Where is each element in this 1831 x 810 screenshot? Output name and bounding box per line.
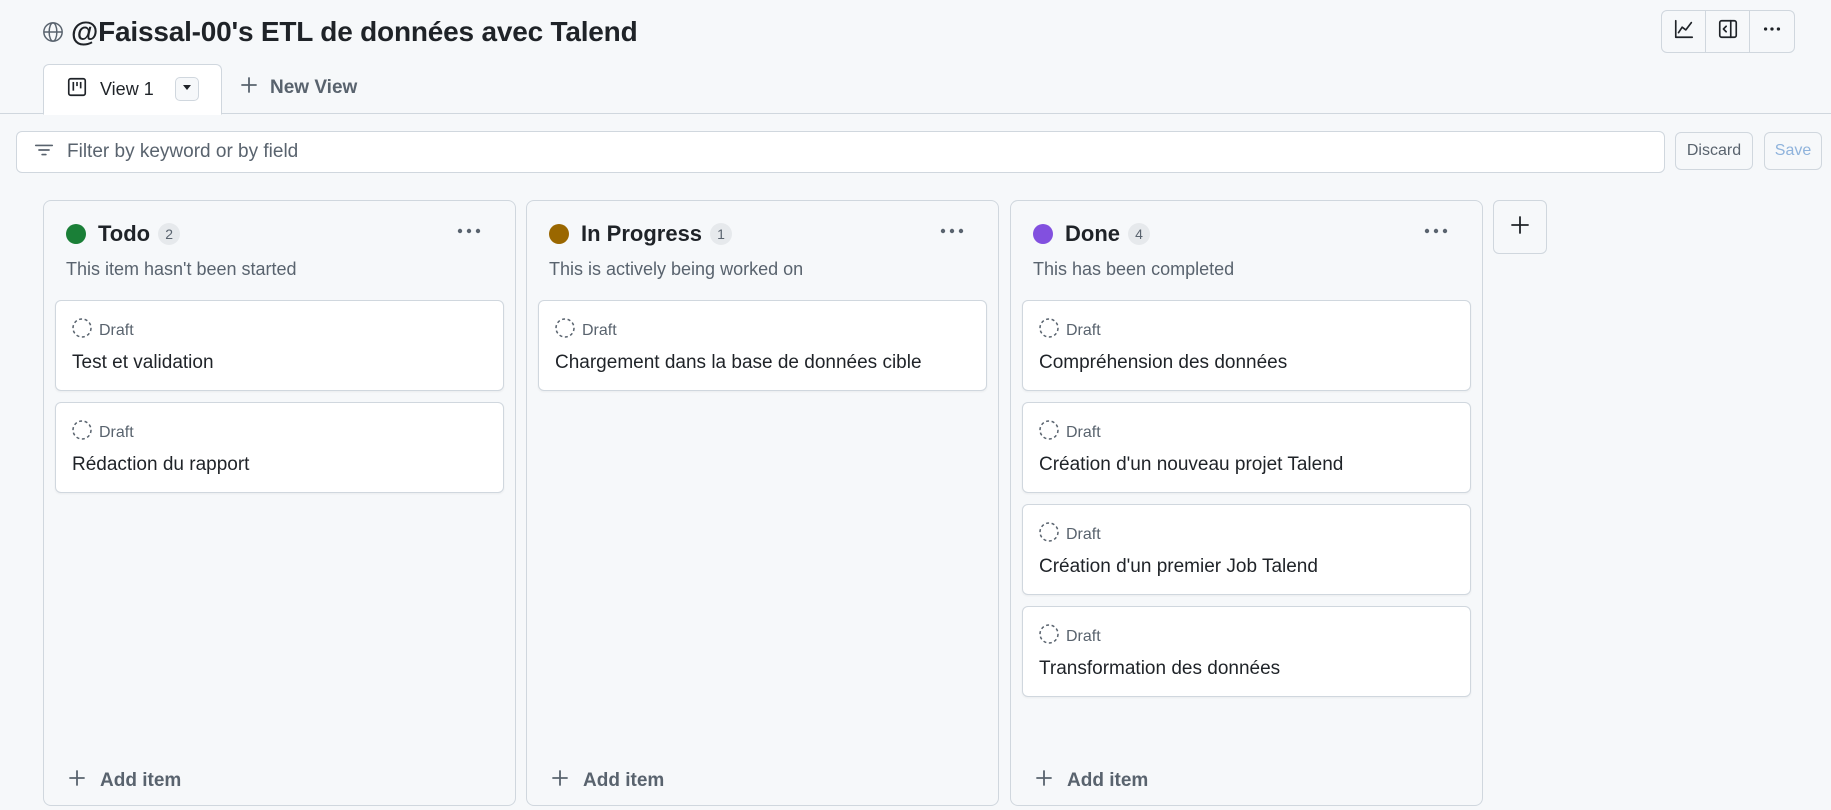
filter-input[interactable] <box>67 141 1567 163</box>
card-list: Draft Chargement dans la base de données… <box>538 300 987 402</box>
column-header: Todo 2 <box>66 221 181 247</box>
kebab-menu-icon <box>1423 222 1449 240</box>
draft-icon <box>71 317 93 344</box>
column-todo: Todo 2 This item hasn't been started Dra… <box>43 200 516 806</box>
tab-label: View 1 <box>100 79 154 99</box>
board-icon <box>66 76 88 103</box>
column-menu-button[interactable] <box>936 219 968 243</box>
card-status: Draft <box>1066 525 1101 543</box>
add-item-button[interactable]: Add item <box>1035 769 1148 792</box>
card-meta: Draft <box>1038 623 1101 650</box>
card-item[interactable]: Draft Transformation des données <box>1022 606 1471 697</box>
card-list: Draft Compréhension des données Draft Cr… <box>1022 300 1471 708</box>
plus-icon <box>551 769 569 792</box>
add-item-label: Add item <box>100 769 182 791</box>
add-item-label: Add item <box>583 769 665 791</box>
card-title[interactable]: Chargement dans la base de données cible <box>555 352 922 374</box>
toggle-side-panel-button[interactable] <box>1706 11 1750 52</box>
status-dot-icon <box>1033 224 1053 244</box>
status-dot-icon <box>549 224 569 244</box>
column-menu-button[interactable] <box>453 219 485 243</box>
item-count-badge: 2 <box>158 223 181 245</box>
kebab-menu-icon <box>456 222 482 240</box>
draft-icon <box>554 317 576 344</box>
add-item-button[interactable]: Add item <box>68 769 181 792</box>
graph-icon <box>1673 18 1695 45</box>
card-title[interactable]: Transformation des données <box>1039 658 1280 680</box>
card-status: Draft <box>582 321 617 339</box>
card-item[interactable]: Draft Chargement dans la base de données… <box>538 300 987 391</box>
card-meta: Draft <box>71 419 134 446</box>
card-title[interactable]: Création d'un nouveau projet Talend <box>1039 454 1343 476</box>
card-item[interactable]: Draft Création d'un premier Job Talend <box>1022 504 1471 595</box>
card-list: Draft Test et validation Draft Rédaction… <box>55 300 504 504</box>
globe-icon <box>40 20 65 45</box>
new-view-button[interactable]: New View <box>240 76 357 99</box>
column-description: This has been completed <box>1033 259 1235 279</box>
column-description: This item hasn't been started <box>66 259 297 279</box>
item-count-badge: 1 <box>710 223 733 245</box>
card-item[interactable]: Draft Test et validation <box>55 300 504 391</box>
column-header: Done 4 <box>1033 221 1150 247</box>
card-meta: Draft <box>554 317 617 344</box>
project-menu-button[interactable] <box>1750 11 1794 52</box>
kebab-menu-icon <box>1761 18 1783 45</box>
add-item-button[interactable]: Add item <box>551 769 664 792</box>
add-column-button[interactable] <box>1493 200 1547 254</box>
add-item-label: Add item <box>1067 769 1149 791</box>
card-meta: Draft <box>71 317 134 344</box>
save-button[interactable]: Save <box>1764 132 1822 170</box>
new-view-label: New View <box>270 76 358 98</box>
title-row: @Faissal-00's ETL de données avec Talend <box>40 16 638 48</box>
draft-icon <box>71 419 93 446</box>
triangle-down-icon <box>181 80 193 98</box>
kebab-menu-icon <box>939 222 965 240</box>
filter-icon <box>33 139 55 166</box>
card-title[interactable]: Compréhension des données <box>1039 352 1287 374</box>
card-meta: Draft <box>1038 317 1101 344</box>
item-count-badge: 4 <box>1128 223 1150 245</box>
card-status: Draft <box>1066 423 1101 441</box>
column-title: Todo <box>98 221 151 246</box>
card-item[interactable]: Draft Rédaction du rapport <box>55 402 504 493</box>
plus-icon <box>68 769 86 792</box>
draft-icon <box>1038 623 1060 650</box>
card-meta: Draft <box>1038 419 1101 446</box>
plus-icon <box>240 76 258 99</box>
insights-button[interactable] <box>1662 11 1706 52</box>
card-item[interactable]: Draft Création d'un nouveau projet Talen… <box>1022 402 1471 493</box>
filter-bar <box>16 131 1665 173</box>
view-options-button[interactable] <box>175 77 199 101</box>
column-menu-button[interactable] <box>1420 219 1452 243</box>
tab-view-1[interactable]: View 1 <box>43 64 222 115</box>
card-title[interactable]: Rédaction du rapport <box>72 454 249 476</box>
status-dot-icon <box>66 224 86 244</box>
card-status: Draft <box>99 423 134 441</box>
draft-icon <box>1038 317 1060 344</box>
card-status: Draft <box>99 321 134 339</box>
discard-button[interactable]: Discard <box>1675 132 1753 170</box>
column-title: In Progress <box>581 221 703 246</box>
column-header: In Progress 1 <box>549 221 733 247</box>
card-status: Draft <box>1066 627 1101 645</box>
card-meta: Draft <box>1038 521 1101 548</box>
header-actions <box>1661 10 1795 53</box>
sidebar-panel-icon <box>1717 18 1739 45</box>
column-title: Done <box>1065 221 1120 246</box>
card-title[interactable]: Création d'un premier Job Talend <box>1039 556 1318 578</box>
column-description: This is actively being worked on <box>549 259 804 279</box>
page-title: @Faissal-00's ETL de données avec Talend <box>71 16 638 47</box>
card-title[interactable]: Test et validation <box>72 352 214 374</box>
plus-icon <box>1035 769 1053 792</box>
column-in-progress: In Progress 1 This is actively being wor… <box>526 200 999 806</box>
card-item[interactable]: Draft Compréhension des données <box>1022 300 1471 391</box>
plus-icon <box>1510 215 1530 240</box>
draft-icon <box>1038 521 1060 548</box>
column-done: Done 4 This has been completed Draft Com… <box>1010 200 1483 806</box>
project-header: @Faissal-00's ETL de données avec Talend <box>0 0 1831 115</box>
draft-icon <box>1038 419 1060 446</box>
card-status: Draft <box>1066 321 1101 339</box>
